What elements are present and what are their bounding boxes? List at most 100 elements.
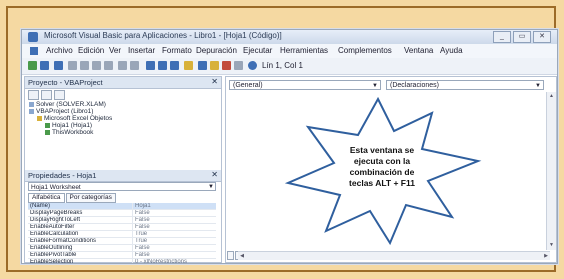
project-icon (29, 108, 34, 114)
menu-herramientas[interactable]: Herramientas (280, 46, 328, 55)
paste-icon[interactable] (92, 61, 101, 70)
menu-ejecutar[interactable]: Ejecutar (243, 46, 272, 55)
property-name: EnableOutlining (28, 244, 133, 252)
vertical-scrollbar[interactable]: ▲ ▼ (546, 92, 556, 250)
tree-item-solver[interactable]: Solver (SOLVER.XLAM) (29, 101, 112, 108)
property-row[interactable]: EnableAutoFilter False (28, 223, 216, 231)
menu-ventana[interactable]: Ventana (404, 46, 433, 55)
insert-module-icon[interactable] (40, 61, 49, 70)
tab-por-categorias[interactable]: Por categorías (65, 193, 116, 203)
menu-depuracion[interactable]: Depuración (196, 46, 237, 55)
horizontal-scrollbar[interactable]: ◀ ▶ (238, 251, 550, 260)
menu-ayuda[interactable]: Ayuda (440, 46, 463, 55)
view-excel-icon[interactable] (28, 61, 37, 70)
scroll-up-icon[interactable]: ▲ (547, 92, 556, 101)
undo-icon[interactable] (118, 61, 127, 70)
properties-tabs: Alfabética Por categorías (28, 193, 116, 203)
sheet-icon (45, 122, 50, 128)
design-mode-icon[interactable] (184, 61, 193, 70)
property-row[interactable]: DisplayPageBreaks False (28, 209, 216, 217)
menu-formato[interactable]: Formato (162, 46, 192, 55)
project-icon (29, 101, 34, 107)
object-dropdown[interactable]: (General) ▼ (229, 80, 381, 90)
properties-grid: (Name) Hoja1 DisplayPageBreaks False Display… (28, 203, 216, 263)
vba-editor-window: Microsoft Visual Basic para Aplicaciones… (21, 29, 558, 264)
standard-toolbar: Lín 1, Col 1 (22, 58, 557, 75)
property-row[interactable]: EnableSelection 0 - xlNoRestrictions (28, 258, 216, 263)
properties-object-select[interactable]: Hoja1 Worksheet ▼ (28, 182, 216, 191)
chevron-down-icon: ▼ (535, 83, 541, 89)
cursor-position: Lín 1, Col 1 (262, 61, 303, 70)
redo-icon[interactable] (130, 61, 139, 70)
property-value[interactable]: False (132, 223, 216, 231)
property-row[interactable]: EnableOutlining False (28, 244, 216, 252)
callout-text: Esta ventana se ejecuta con la combinaci… (349, 145, 415, 188)
scroll-left-icon[interactable]: ◀ (238, 252, 246, 260)
menu-archivo[interactable]: Archivo (46, 46, 73, 55)
chevron-down-icon: ▼ (372, 83, 378, 89)
excel-icon[interactable] (30, 47, 38, 55)
property-value[interactable]: 0 - xlNoRestrictions (132, 258, 216, 263)
project-tree: Solver (SOLVER.XLAM) VBAProject (Libro1)… (29, 101, 112, 136)
help-icon[interactable] (248, 61, 257, 70)
folder-icon (37, 115, 42, 121)
procedure-view-button[interactable] (227, 251, 234, 260)
tree-item-excel-objects[interactable]: Microsoft Excel Objetos (29, 115, 112, 122)
property-value[interactable]: False (132, 244, 216, 252)
property-row[interactable]: EnableFormatConditions True (28, 237, 216, 245)
property-name: EnablePivotTable (28, 251, 133, 259)
tree-item-hoja1[interactable]: Hoja1 (Hoja1) (29, 122, 112, 129)
cut-icon[interactable] (68, 61, 77, 70)
close-button[interactable]: ✕ (533, 31, 551, 43)
menu-complementos[interactable]: Complementos (338, 46, 392, 55)
property-row[interactable]: DisplayRightToLeft False (28, 216, 216, 224)
copy-icon[interactable] (80, 61, 89, 70)
property-name: DisplayPageBreaks (28, 209, 133, 217)
view-object-button[interactable] (41, 90, 52, 100)
menu-insertar[interactable]: Insertar (128, 46, 155, 55)
window-title: Microsoft Visual Basic para Aplicaciones… (44, 31, 282, 40)
project-explorer-icon[interactable] (198, 61, 207, 70)
property-value[interactable]: True (132, 237, 216, 245)
menu-edicion[interactable]: Edición (78, 46, 104, 55)
object-browser-icon[interactable] (222, 61, 231, 70)
reset-icon[interactable] (170, 61, 179, 70)
property-value[interactable]: False (132, 209, 216, 217)
property-name: EnableFormatConditions (28, 237, 133, 245)
property-name: EnableSelection (28, 258, 133, 263)
property-row[interactable]: EnablePivotTable False (28, 251, 216, 259)
window-controls: _ ▭ ✕ (493, 31, 551, 43)
properties-pane-title: Propiedades - Hoja1 (28, 171, 97, 180)
scroll-right-icon[interactable]: ▶ (542, 252, 550, 260)
toggle-folders-button[interactable] (54, 90, 65, 100)
maximize-button[interactable]: ▭ (513, 31, 531, 43)
left-dock: Proyecto - VBAProject ✕ Solver (SOLVER.X… (24, 76, 222, 263)
project-pane-close-icon[interactable]: ✕ (211, 77, 218, 86)
project-pane-buttons (28, 90, 65, 100)
properties-pane-close-icon[interactable]: ✕ (211, 170, 218, 179)
run-icon[interactable] (146, 61, 155, 70)
find-icon[interactable] (104, 61, 113, 70)
menu-ver[interactable]: Ver (109, 46, 121, 55)
code-window: (General) ▼ (Declaraciones) ▼ Esta venta… (225, 76, 557, 263)
tree-item-vbaproject[interactable]: VBAProject (Libro1) (29, 108, 112, 115)
scroll-down-icon[interactable]: ▼ (547, 241, 556, 250)
menu-bar: Archivo Edición Ver Insertar Formato Dep… (22, 44, 557, 59)
project-pane-header: Proyecto - VBAProject ✕ (25, 77, 221, 89)
toolbox-icon[interactable] (234, 61, 243, 70)
title-bar: Microsoft Visual Basic para Aplicaciones… (22, 30, 557, 45)
save-icon[interactable] (54, 61, 63, 70)
view-code-button[interactable] (28, 90, 39, 100)
property-value[interactable]: False (132, 216, 216, 224)
tree-item-thisworkbook[interactable]: ThisWorkbook (29, 129, 112, 136)
procedure-dropdown[interactable]: (Declaraciones) ▼ (386, 80, 544, 90)
property-row[interactable]: EnableCalculation True (28, 230, 216, 238)
properties-window-icon[interactable] (210, 61, 219, 70)
minimize-button[interactable]: _ (493, 31, 511, 43)
tab-alfabetica[interactable]: Alfabética (28, 193, 65, 203)
property-name: EnableAutoFilter (28, 223, 133, 231)
property-value[interactable]: True (132, 230, 216, 238)
break-icon[interactable] (158, 61, 167, 70)
property-value[interactable]: False (132, 251, 216, 259)
property-name: DisplayRightToLeft (28, 216, 133, 224)
